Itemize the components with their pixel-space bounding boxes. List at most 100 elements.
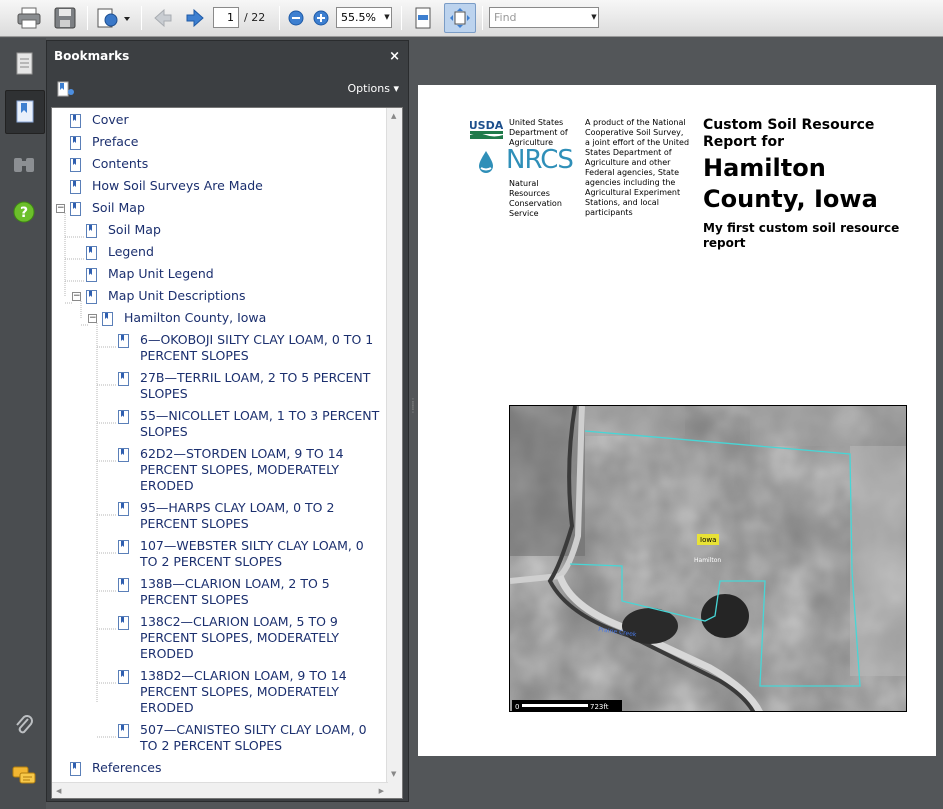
save-icon[interactable]	[50, 5, 80, 31]
options-label: Options	[347, 82, 390, 95]
collapse-toggle-icon[interactable]: −	[72, 292, 81, 301]
usda-logo-text: USDA	[470, 119, 503, 132]
bookmark-item[interactable]: References	[92, 760, 161, 776]
bookmark-icon	[118, 501, 129, 516]
close-panel-button[interactable]: ×	[389, 49, 400, 64]
bookmark-icon	[86, 245, 97, 260]
product-line: A product of the National	[585, 118, 686, 127]
bookmark-icon	[118, 577, 129, 592]
aerial-soil-map: Iowa Hamilton Prairie Creek 0 723ft	[509, 405, 907, 712]
nrcs-line: Natural	[509, 179, 539, 188]
binoculars-icon[interactable]	[8, 148, 40, 180]
bookmark-item-label: ERODED	[140, 700, 194, 715]
bookmark-item[interactable]: Contents	[92, 156, 148, 172]
toolbar: 1 / 22 55.5% ▼ Find ▼	[0, 0, 943, 37]
bookmark-item-label: 107—WEBSTER SILTY CLAY LOAM, 0	[140, 538, 364, 553]
bookmark-item-label: ERODED	[140, 478, 194, 493]
bookmark-item-label: 27B—TERRIL LOAM, 2 TO 5 PERCENT	[140, 370, 371, 385]
bookmark-item-label: PERCENT SLOPES	[140, 516, 249, 531]
navigation-rail: ?	[0, 38, 46, 809]
find-input[interactable]: Find	[489, 7, 599, 28]
bookmark-item[interactable]: Cover	[92, 112, 129, 128]
collapse-toggle-icon[interactable]: −	[88, 314, 97, 323]
vertical-scrollbar[interactable]: ▲ ▼	[386, 108, 402, 798]
bookmark-item[interactable]: How Soil Surveys Are Made	[92, 178, 263, 194]
collapse-toggle-icon[interactable]: −	[56, 204, 65, 213]
product-line: Agriculture and other	[585, 158, 671, 167]
bookmark-item-label: Legend	[108, 244, 154, 259]
bookmark-item[interactable]: 62D2—STORDEN LOAM, 9 TO 14 PERCENT SLOPES…	[140, 446, 344, 494]
help-icon[interactable]: ?	[8, 196, 40, 228]
subtitle-line: report	[703, 236, 746, 250]
bookmark-item[interactable]: Map Unit Descriptions	[108, 288, 245, 304]
bookmark-item[interactable]: 95—HARPS CLAY LOAM, 0 TO 2 PERCENT SLOPES	[140, 500, 334, 532]
nrcs-logo-text: NRCS	[506, 145, 574, 175]
bookmark-item[interactable]: 107—WEBSTER SILTY CLAY LOAM, 0 TO 2 PERCE…	[140, 538, 364, 570]
titlebig-line: Hamilton	[703, 154, 826, 182]
zoom-in-icon[interactable]	[311, 5, 331, 31]
water-drop-icon	[476, 149, 496, 175]
bookmark-item-label: Contents	[92, 156, 149, 171]
product-line: agencies including the	[585, 178, 676, 187]
scroll-up-icon[interactable]: ▲	[391, 112, 396, 120]
separator	[87, 6, 88, 30]
bookmark-item[interactable]: 27B—TERRIL LOAM, 2 TO 5 PERCENT SLOPES	[140, 370, 370, 402]
map-label-place: Hamilton	[694, 557, 721, 564]
bookmark-icon	[70, 113, 81, 128]
bookmark-item-label: Soil Map	[92, 200, 145, 215]
find-dropdown-icon[interactable]: ▼	[589, 8, 599, 27]
attachments-icon[interactable]	[8, 710, 40, 742]
bookmark-item[interactable]: Hamilton County, Iowa	[124, 310, 266, 326]
agency-line: Department of	[509, 128, 568, 137]
titlebig-line: County, Iowa	[703, 185, 878, 213]
print-icon[interactable]	[14, 5, 44, 31]
bookmark-item[interactable]: Map Unit Legend	[108, 266, 214, 282]
bookmark-item-label: ERODED	[140, 646, 194, 661]
document-page: USDA United States Department of Agricultu…	[418, 85, 936, 756]
product-statement: A product of the National Cooperative Soi…	[585, 118, 689, 218]
create-pdf-icon[interactable]	[94, 5, 134, 31]
next-page-icon[interactable]	[182, 5, 208, 31]
bookmark-item-label: Map Unit Legend	[108, 266, 214, 281]
map-label-state: Iowa	[700, 536, 716, 544]
fit-page-icon[interactable]	[444, 3, 476, 33]
bookmark-icon	[118, 615, 129, 630]
bookmark-item[interactable]: Legend	[108, 244, 154, 260]
bookmark-item-label: 95—HARPS CLAY LOAM, 0 TO 2	[140, 500, 335, 515]
pages-icon[interactable]	[8, 48, 40, 80]
bookmark-item[interactable]: Soil Map	[108, 222, 161, 238]
panel-splitter[interactable]: ⋮ ⋮ ⋮	[409, 398, 417, 440]
bookmark-item[interactable]: Preface	[92, 134, 139, 150]
bookmark-item[interactable]: 6—OKOBOJI SILTY CLAY LOAM, 0 TO 1 PERCENT…	[140, 332, 373, 364]
scale-start: 0	[515, 703, 519, 711]
bookmark-item-label: PERCENT SLOPES, MODERATELY	[140, 630, 340, 645]
page-number-input[interactable]: 1	[213, 7, 239, 28]
comments-icon[interactable]	[8, 760, 40, 792]
separator	[482, 6, 483, 30]
bookmark-item-label: SLOPES	[140, 424, 188, 439]
zoom-dropdown-icon[interactable]: ▼	[382, 8, 392, 27]
bookmark-item-label: PERCENT SLOPES, MODERATELY	[140, 684, 340, 699]
bookmark-item[interactable]: 507—CANISTEO SILTY CLAY LOAM, 0 TO 2 PERC…	[140, 722, 367, 754]
report-subtitle: My first custom soil resource report	[703, 221, 899, 251]
previous-page-icon[interactable]	[150, 5, 176, 31]
product-line: Stations, and local	[585, 198, 659, 207]
zoom-out-icon[interactable]	[286, 5, 306, 31]
bookmark-item-label: Cover	[92, 112, 129, 127]
bookmark-item-label: PERCENT SLOPES	[140, 592, 249, 607]
fit-width-icon[interactable]	[410, 5, 436, 31]
bookmark-item-label: 507—CANISTEO SILTY CLAY LOAM, 0	[140, 722, 367, 737]
bookmark-item[interactable]: 138D2—CLARION LOAM, 9 TO 14 PERCENT SLOPE…	[140, 668, 347, 716]
options-menu[interactable]: Options ▾	[348, 82, 399, 95]
bookmark-item[interactable]: 138B—CLARION LOAM, 2 TO 5 PERCENT SLOPES	[140, 576, 330, 608]
nrcs-name: Natural Resources Conservation Service	[509, 179, 562, 219]
bookmark-icon	[118, 371, 129, 386]
usda-logo: USDA	[469, 117, 504, 141]
new-bookmark-icon[interactable]	[57, 81, 75, 101]
bookmark-icon	[118, 669, 129, 684]
bookmarks-icon[interactable]	[5, 90, 45, 134]
bookmark-item[interactable]: 138C2—CLARION LOAM, 5 TO 9 PERCENT SLOPES…	[140, 614, 339, 662]
scroll-down-icon[interactable]: ▼	[391, 770, 396, 778]
bookmark-item[interactable]: 55—NICOLLET LOAM, 1 TO 3 PERCENT SLOPES	[140, 408, 379, 440]
bookmark-item[interactable]: Soil Map	[92, 200, 145, 216]
